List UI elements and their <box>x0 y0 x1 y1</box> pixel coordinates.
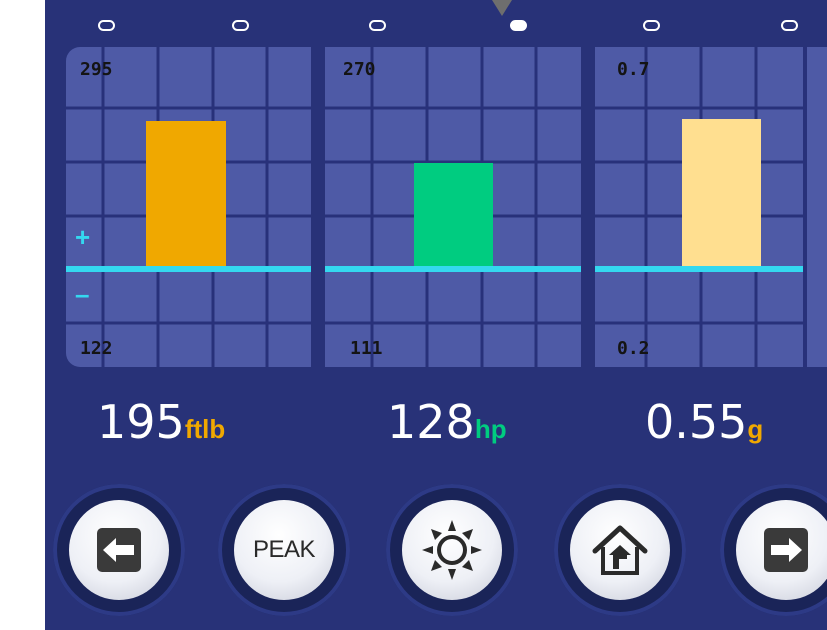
gforce-value: 0.55 <box>645 395 748 449</box>
horsepower-bar <box>414 163 493 269</box>
horsepower-value: 128 <box>387 395 475 449</box>
brightness-button[interactable] <box>402 500 502 600</box>
horsepower-min-label: 111 <box>350 338 383 359</box>
gforce-bar <box>682 119 761 269</box>
torque-gauge-grid <box>66 47 311 367</box>
forward-button[interactable] <box>736 500 827 600</box>
page-dot-1[interactable] <box>98 20 115 31</box>
gauge-screen: 295 122 + – 270 111 0.7 0.2 195ftlb 128h… <box>45 0 827 630</box>
horsepower-readout: 128hp <box>387 395 507 449</box>
page-dot-3[interactable] <box>369 20 386 31</box>
sun-icon <box>422 520 482 580</box>
top-pointer-icon <box>492 0 512 16</box>
brightness-button-ring <box>386 484 518 616</box>
page-dot-4-active[interactable] <box>510 20 527 31</box>
gforce-unit: g <box>747 414 764 444</box>
home-button[interactable] <box>570 500 670 600</box>
zero-line <box>595 266 813 272</box>
horsepower-gauge-panel: 270 111 <box>325 47 581 367</box>
plus-sign: + <box>75 222 91 252</box>
horsepower-unit: hp <box>474 414 507 444</box>
page-dot-2[interactable] <box>232 20 249 31</box>
horsepower-max-label: 270 <box>343 59 376 80</box>
torque-unit: ftlb <box>184 414 226 444</box>
horsepower-gauge-grid <box>325 47 581 367</box>
gforce-gauge-panel: 0.7 0.2 <box>595 47 813 367</box>
back-button-ring <box>53 484 185 616</box>
arrow-right-icon <box>764 528 808 572</box>
gforce-min-label: 0.2 <box>617 338 650 359</box>
peak-button-ring: PEAK <box>218 484 350 616</box>
peak-button[interactable]: PEAK <box>234 500 334 600</box>
arrow-left-icon <box>97 528 141 572</box>
home-icon <box>592 525 648 575</box>
forward-button-ring <box>720 484 827 616</box>
gforce-gauge-grid <box>595 47 813 367</box>
gforce-max-label: 0.7 <box>617 59 650 80</box>
torque-gauge-panel: 295 122 + – <box>66 47 311 367</box>
minus-sign: – <box>75 279 90 309</box>
gforce-readout: 0.55g <box>645 395 763 449</box>
zero-line <box>325 266 581 272</box>
right-panel-slice <box>807 47 827 367</box>
torque-value: 195 <box>97 395 185 449</box>
torque-bar <box>146 121 226 269</box>
zero-line <box>66 266 311 272</box>
page-dot-5[interactable] <box>643 20 660 31</box>
peak-label: PEAK <box>252 536 316 563</box>
torque-max-label: 295 <box>80 59 113 80</box>
home-button-ring <box>554 484 686 616</box>
torque-min-label: 122 <box>80 338 113 359</box>
torque-readout: 195ftlb <box>97 395 225 449</box>
back-button[interactable] <box>69 500 169 600</box>
page-dot-6[interactable] <box>781 20 798 31</box>
